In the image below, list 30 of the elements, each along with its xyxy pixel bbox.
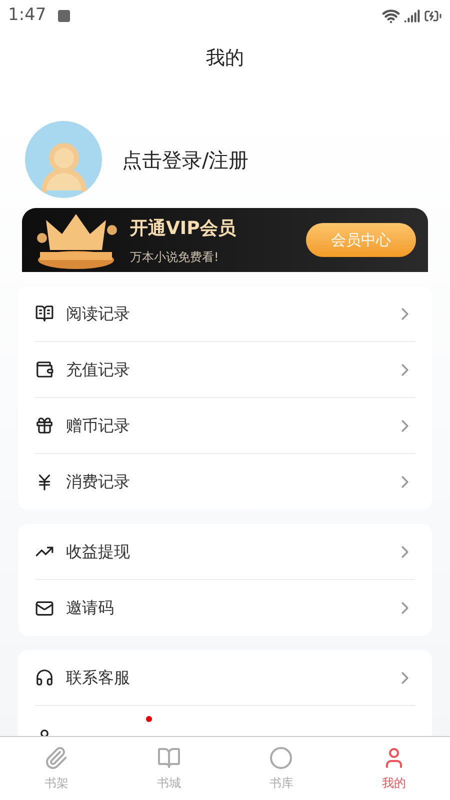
wifi-icon [382, 7, 400, 25]
menu-item[interactable]: 消费记录 [35, 454, 415, 510]
menu-item[interactable]: 充值记录 [35, 342, 415, 398]
page-title: 我的 [206, 46, 244, 71]
menu-label: 消费记录 [66, 471, 131, 493]
vip-title: 开通VIP会员 [130, 216, 237, 240]
menu-item[interactable]: 收益提现 [35, 524, 415, 580]
status-time: 1:47 [8, 4, 46, 28]
headset-icon [35, 668, 54, 687]
menu-item[interactable]: 邀请码 [35, 580, 415, 636]
tab-item[interactable]: 我的 [338, 737, 450, 800]
book-icon [35, 304, 54, 323]
envelope-icon [35, 598, 54, 618]
book-icon [156, 746, 181, 770]
menu-label: 收益提现 [66, 540, 131, 562]
signal-icon [404, 8, 420, 24]
menu-label: 赠币记录 [66, 414, 131, 436]
notification-icon [58, 10, 70, 22]
menu-item[interactable]: 赠币记录 [35, 398, 415, 454]
gift-icon [35, 416, 54, 435]
vip-subtitle: 万本小说免费看! [130, 248, 220, 266]
menu-item[interactable]: 阅读记录 [35, 286, 415, 342]
menu-label: 联系客服 [66, 666, 131, 688]
menu-label: 邀请码 [66, 597, 115, 619]
menu-label: 阅读记录 [66, 302, 131, 324]
wallet-icon [35, 360, 54, 379]
menu-item[interactable]: 联系客服 [35, 650, 415, 706]
login-link[interactable]: 点击登录/注册 [122, 144, 249, 174]
menu-label: 充值记录 [66, 358, 131, 380]
paperclip-icon [44, 746, 68, 770]
